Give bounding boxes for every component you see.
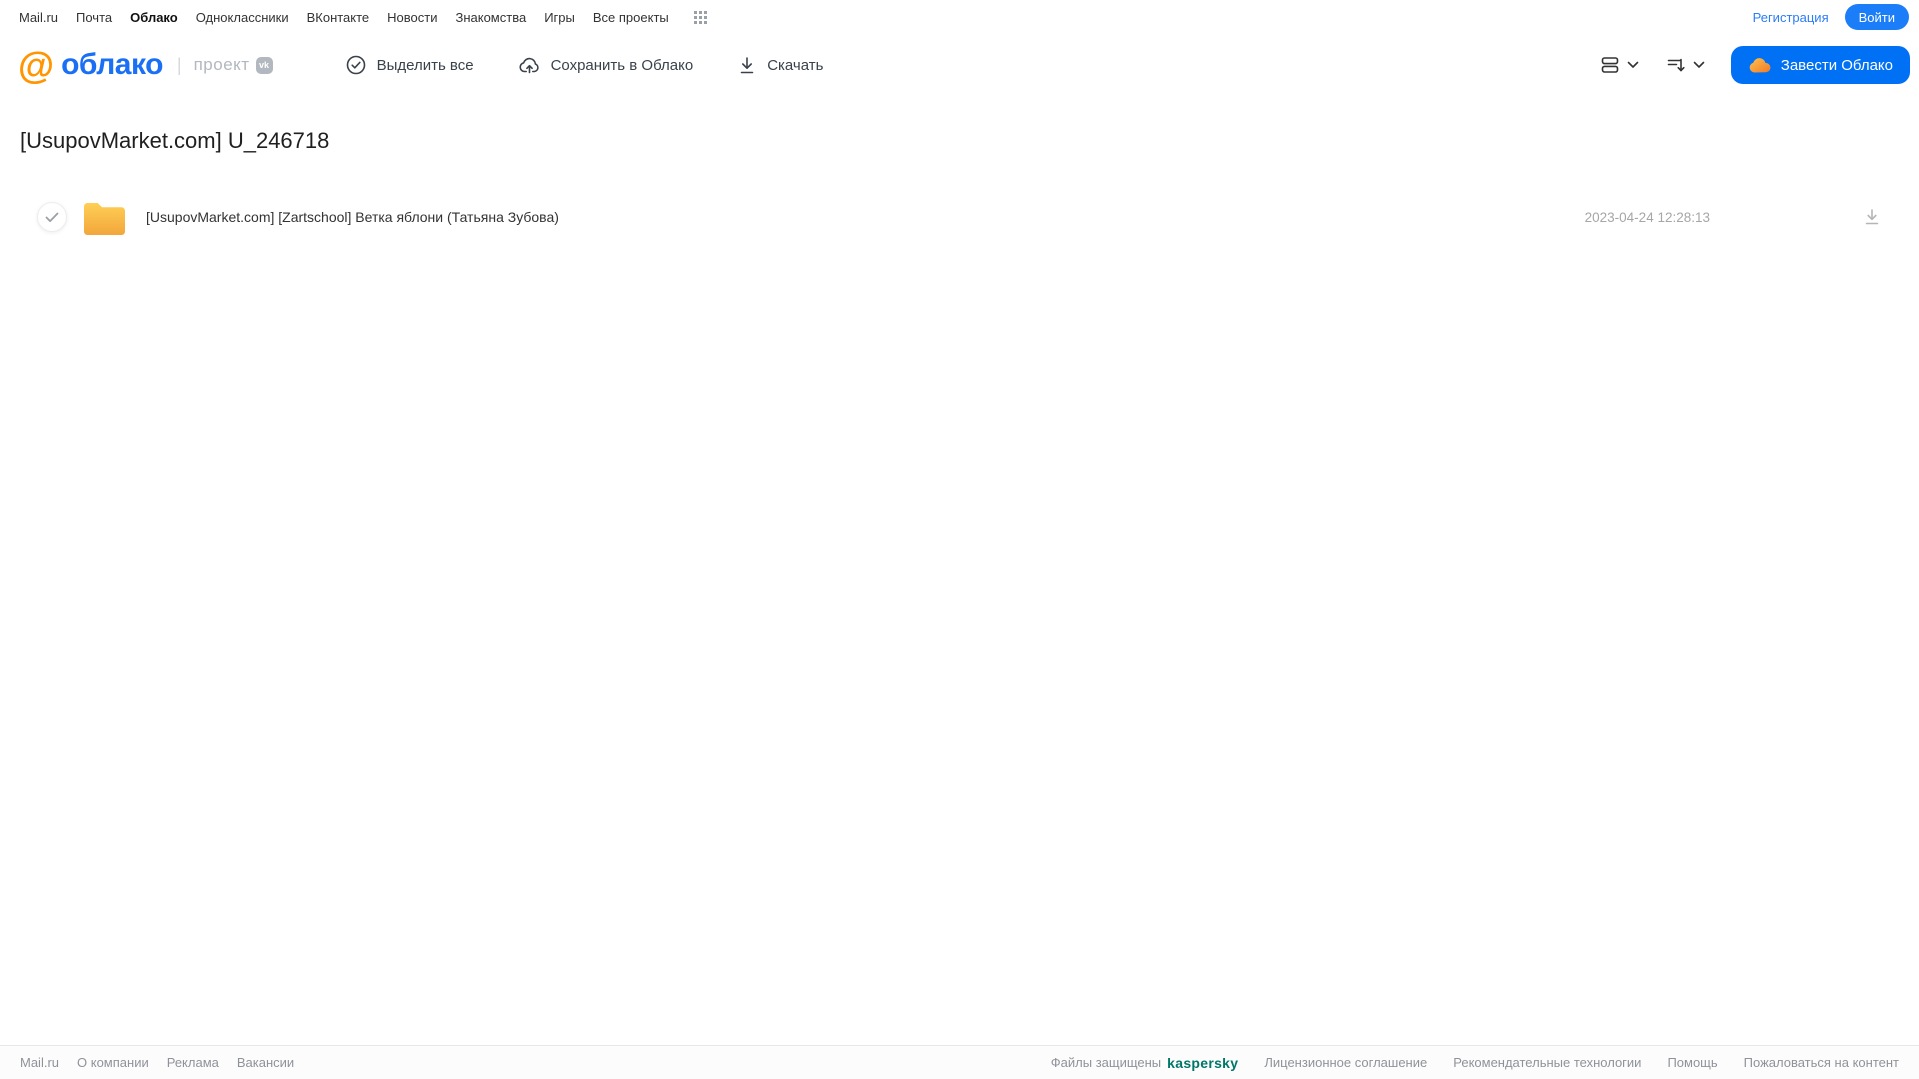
- nav-link-vse-proekty[interactable]: Все проекты: [593, 10, 669, 25]
- kaspersky-logo[interactable]: kaspersky: [1167, 1055, 1238, 1071]
- cloud-upload-icon: [518, 54, 541, 76]
- save-to-cloud-button[interactable]: Сохранить в Облако: [518, 54, 694, 76]
- cloud-icon: [1748, 56, 1772, 74]
- checkmark-icon: [45, 212, 59, 222]
- login-button[interactable]: Войти: [1844, 4, 1909, 30]
- row-checkbox[interactable]: [37, 202, 67, 232]
- protected-label: Файлы защищены: [1050, 1055, 1162, 1070]
- toolbar: Выделить все Сохранить в Облако Скачать: [345, 54, 823, 76]
- nav-link-pochta[interactable]: Почта: [76, 10, 112, 25]
- vk-logo-icon: vk: [255, 56, 273, 74]
- nav-link-oblako[interactable]: Облако: [130, 10, 178, 25]
- footer-link-company[interactable]: О компании: [77, 1055, 149, 1070]
- select-all-label: Выделить все: [376, 56, 474, 74]
- cloud-header: @ облако | проект vk Выделить все Сохран…: [0, 34, 1919, 96]
- file-name-link[interactable]: [UsupovMarket.com] [Zartschool] Ветка яб…: [146, 209, 1585, 225]
- select-all-button[interactable]: Выделить все: [345, 54, 474, 76]
- footer-link-report[interactable]: Пожаловаться на контент: [1744, 1055, 1899, 1070]
- nav-link-vkontakte[interactable]: ВКонтакте: [307, 10, 370, 25]
- footer-link-recommendations[interactable]: Рекомендательные технологии: [1453, 1055, 1641, 1070]
- nav-link-znakomstva[interactable]: Знакомства: [455, 10, 526, 25]
- check-circle-icon: [345, 54, 367, 76]
- folder-icon: [82, 200, 127, 235]
- apps-grid-icon[interactable]: [693, 10, 708, 25]
- footer-left-links: Mail.ru О компании Реклама Вакансии: [20, 1055, 294, 1070]
- sort-dropdown[interactable]: [1665, 54, 1705, 76]
- cloud-logo-text: облако: [61, 48, 163, 81]
- cloud-logo[interactable]: @ облако: [18, 47, 163, 84]
- nav-link-novosti[interactable]: Новости: [387, 10, 437, 25]
- page-title: [UsupovMarket.com] U_246718: [20, 128, 330, 153]
- download-label: Скачать: [767, 56, 824, 74]
- get-cloud-button[interactable]: Завести Облако: [1730, 46, 1910, 84]
- footer: Mail.ru О компании Реклама Вакансии Файл…: [0, 1045, 1919, 1079]
- footer-link-vakansii[interactable]: Вакансии: [237, 1055, 294, 1070]
- footer-link-help[interactable]: Помощь: [1667, 1055, 1717, 1070]
- footer-link-license[interactable]: Лицензионное соглашение: [1264, 1055, 1427, 1070]
- nav-link-mailru[interactable]: Mail.ru: [19, 10, 58, 25]
- project-vk-label: | проект vk: [177, 55, 273, 76]
- register-link[interactable]: Регистрация: [1753, 10, 1829, 25]
- footer-link-mailru[interactable]: Mail.ru: [20, 1055, 59, 1070]
- save-to-cloud-label: Сохранить в Облако: [550, 56, 694, 74]
- nav-link-igry[interactable]: Игры: [544, 10, 575, 25]
- footer-right-links: Файлы защищены kaspersky Лицензионное со…: [1051, 1055, 1899, 1071]
- kaspersky-protected: Файлы защищены kaspersky: [1051, 1055, 1239, 1071]
- download-icon: [737, 54, 757, 76]
- get-cloud-label: Завести Облако: [1780, 56, 1893, 74]
- mailru-at-icon: @: [18, 44, 55, 86]
- file-date: 2023-04-24 12:28:13: [1584, 209, 1710, 225]
- row-download-icon[interactable]: [1862, 207, 1882, 227]
- chevron-down-icon: [1627, 61, 1639, 69]
- sort-icon: [1665, 54, 1687, 76]
- project-label: проект: [193, 55, 250, 74]
- view-mode-dropdown[interactable]: [1599, 54, 1639, 76]
- download-button[interactable]: Скачать: [737, 54, 823, 76]
- portal-nav: Mail.ru Почта Облако Одноклассники ВКонт…: [0, 0, 1919, 34]
- portal-nav-auth: Регистрация Войти: [1753, 4, 1909, 30]
- file-row[interactable]: [UsupovMarket.com] [Zartschool] Ветка яб…: [0, 195, 1919, 239]
- list-view-icon: [1599, 54, 1621, 76]
- footer-link-reklama[interactable]: Реклама: [167, 1055, 219, 1070]
- project-separator: |: [176, 54, 182, 75]
- chevron-down-icon: [1693, 61, 1705, 69]
- portal-nav-links: Mail.ru Почта Облако Одноклассники ВКонт…: [19, 10, 708, 25]
- header-right-controls: Завести Облако: [1599, 46, 1910, 84]
- nav-link-odnoklassniki[interactable]: Одноклассники: [196, 10, 289, 25]
